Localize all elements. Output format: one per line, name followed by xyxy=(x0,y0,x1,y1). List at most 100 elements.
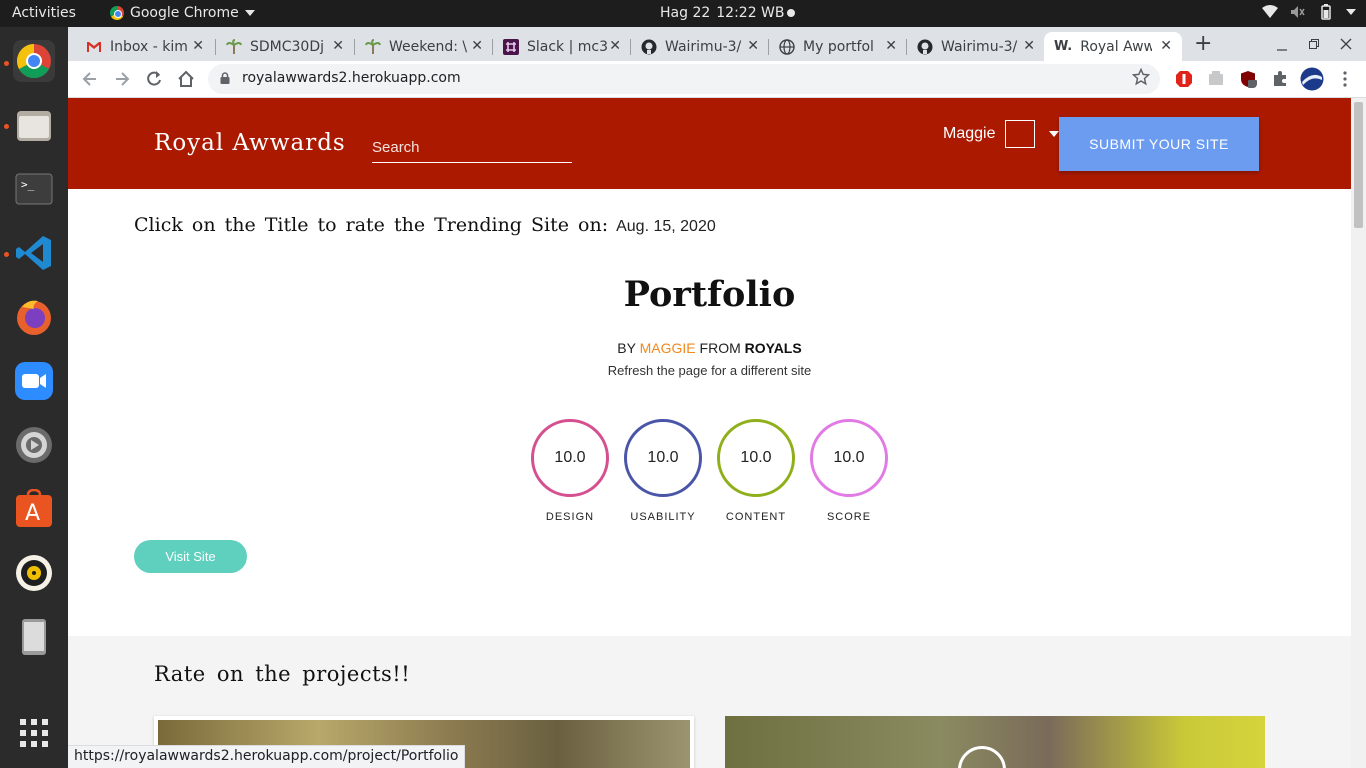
tab-github-1[interactable]: Wairimu-3/ ✕ xyxy=(631,32,769,61)
back-icon[interactable] xyxy=(80,69,100,89)
score-label: CONTENT xyxy=(725,511,787,523)
trending-date: Aug. 15, 2020 xyxy=(616,218,716,235)
address-bar[interactable]: royalawwards2.herokuapp.com xyxy=(208,64,1160,94)
score-circle: 10.0 xyxy=(531,419,609,497)
page-scrollbar[interactable] xyxy=(1351,98,1366,768)
tab-gmail[interactable]: Inbox - kim ✕ xyxy=(76,32,214,61)
home-icon[interactable] xyxy=(176,69,196,89)
w-icon: W. xyxy=(1054,38,1073,54)
org-name: ROYALS xyxy=(744,340,802,356)
tab-github-2[interactable]: Wairimu-3/ ✕ xyxy=(907,32,1045,61)
tab-slack[interactable]: Slack | mc3 ✕ xyxy=(493,32,631,61)
tab-sdmc[interactable]: SDMC30Dj ✕ xyxy=(216,32,354,61)
bookmark-star-icon[interactable] xyxy=(1132,68,1150,86)
wifi-icon xyxy=(1262,5,1278,18)
puzzle-icon[interactable] xyxy=(1271,70,1289,88)
reload-icon[interactable] xyxy=(144,69,164,89)
rate-prompt: Click on the Title to rate the Trending … xyxy=(134,214,609,236)
site-header: Royal Awwards Maggie SUBMIT YOUR SITE xyxy=(68,98,1351,189)
close-icon[interactable]: ✕ xyxy=(747,38,759,54)
score-circle: 10.0 xyxy=(810,419,888,497)
score-label: USABILITY xyxy=(630,511,696,523)
clock-time: 12:22 WB xyxy=(716,5,785,21)
user-menu[interactable]: Maggie xyxy=(943,120,1060,148)
forward-icon[interactable] xyxy=(112,69,132,89)
volume-icon xyxy=(1291,6,1305,18)
restore-icon[interactable] xyxy=(1308,38,1320,50)
more-menu-icon[interactable] xyxy=(1336,70,1354,88)
clock[interactable]: Hag 22 12:22 WB xyxy=(660,5,785,21)
project-image[interactable] xyxy=(725,716,1265,768)
app-name: Google Chrome xyxy=(130,5,239,21)
tab-title: Wairimu-3/ xyxy=(941,38,1018,55)
github-icon xyxy=(917,39,933,54)
app-grid-icon[interactable] xyxy=(13,712,55,754)
search-input[interactable] xyxy=(372,133,572,163)
tab-title: Wairimu-3/ xyxy=(665,38,742,55)
lock-icon[interactable] xyxy=(220,72,230,84)
activities-button[interactable]: Activities xyxy=(12,5,76,21)
project-card[interactable] xyxy=(725,716,1265,768)
author-name[interactable]: MAGGIE xyxy=(640,340,696,356)
visit-site-button[interactable]: Visit Site xyxy=(134,540,247,573)
tab-title: Slack | mc3 xyxy=(527,38,607,55)
tab-portfolio[interactable]: My portfol ✕ xyxy=(769,32,907,61)
system-tray[interactable] xyxy=(1262,4,1356,20)
power-menu-icon xyxy=(1346,9,1356,15)
software-icon[interactable]: A xyxy=(13,488,55,530)
running-indicator-icon xyxy=(4,61,9,66)
rhythmbox-icon[interactable] xyxy=(13,552,55,594)
site-brand[interactable]: Royal Awwards xyxy=(154,130,346,156)
adblock-icon[interactable] xyxy=(1175,70,1193,88)
new-tab-button[interactable]: + xyxy=(1194,31,1212,56)
gmail-icon xyxy=(87,41,101,52)
extension-icon[interactable] xyxy=(1207,70,1225,88)
palm-icon xyxy=(226,38,242,54)
submit-site-button[interactable]: SUBMIT YOUR SITE xyxy=(1059,117,1259,171)
vscode-icon[interactable] xyxy=(13,232,55,274)
ublock-icon[interactable] xyxy=(1239,70,1257,88)
broken-avatar-icon xyxy=(1005,120,1036,148)
files-icon[interactable] xyxy=(13,104,55,146)
notification-dot-icon xyxy=(787,9,795,17)
github-icon xyxy=(641,39,657,54)
terminal-icon[interactable]: >_ xyxy=(13,168,55,210)
close-icon[interactable]: ✕ xyxy=(192,38,204,54)
tab-weekend[interactable]: Weekend: \ ✕ xyxy=(355,32,493,61)
score-content: 10.0 CONTENT xyxy=(717,419,795,523)
close-icon[interactable]: ✕ xyxy=(1160,38,1172,54)
slack-icon xyxy=(503,38,519,55)
close-icon[interactable]: ✕ xyxy=(1023,38,1035,54)
score-label: DESIGN xyxy=(545,511,595,523)
tab-royal-awwards[interactable]: W. Royal Aww ✕ xyxy=(1044,32,1182,61)
chrome-icon[interactable] xyxy=(13,40,55,82)
app-menu[interactable]: Google Chrome xyxy=(110,5,255,21)
minimize-icon[interactable] xyxy=(1276,41,1288,53)
palm-icon xyxy=(365,38,381,54)
scrollbar-thumb[interactable] xyxy=(1354,102,1363,228)
battery-icon xyxy=(1321,4,1331,20)
site-title-link[interactable]: Portfolio xyxy=(68,274,1351,315)
rate-prompt-line: Click on the Title to rate the Trending … xyxy=(134,214,716,236)
close-icon[interactable]: ✕ xyxy=(609,38,621,54)
chevron-down-icon xyxy=(244,10,255,16)
url-text[interactable]: royalawwards2.herokuapp.com xyxy=(242,70,461,86)
close-icon[interactable]: ✕ xyxy=(332,38,344,54)
settings-icon[interactable] xyxy=(13,424,55,466)
tab-strip: Inbox - kim ✕ SDMC30Dj ✕ Weekend: \ ✕ Sl… xyxy=(68,27,1366,61)
system-top-bar: Activities Google Chrome Hag 22 12:22 WB xyxy=(0,0,1366,27)
close-icon[interactable]: ✕ xyxy=(885,38,897,54)
profile-avatar-icon[interactable] xyxy=(1300,67,1324,91)
play-icon[interactable] xyxy=(958,746,1006,768)
tablet-icon[interactable] xyxy=(13,616,55,658)
by-text: BY xyxy=(617,340,636,356)
window-close-icon[interactable] xyxy=(1340,38,1352,50)
refresh-hint: Refresh the page for a different site xyxy=(607,363,812,378)
score-usability: 10.0 USABILITY xyxy=(624,419,702,523)
chrome-icon xyxy=(110,6,124,20)
firefox-icon[interactable] xyxy=(13,296,55,338)
close-icon[interactable]: ✕ xyxy=(471,38,483,54)
username: Maggie xyxy=(943,125,996,142)
chevron-down-icon[interactable] xyxy=(1049,131,1060,137)
zoom-icon[interactable] xyxy=(13,360,55,402)
